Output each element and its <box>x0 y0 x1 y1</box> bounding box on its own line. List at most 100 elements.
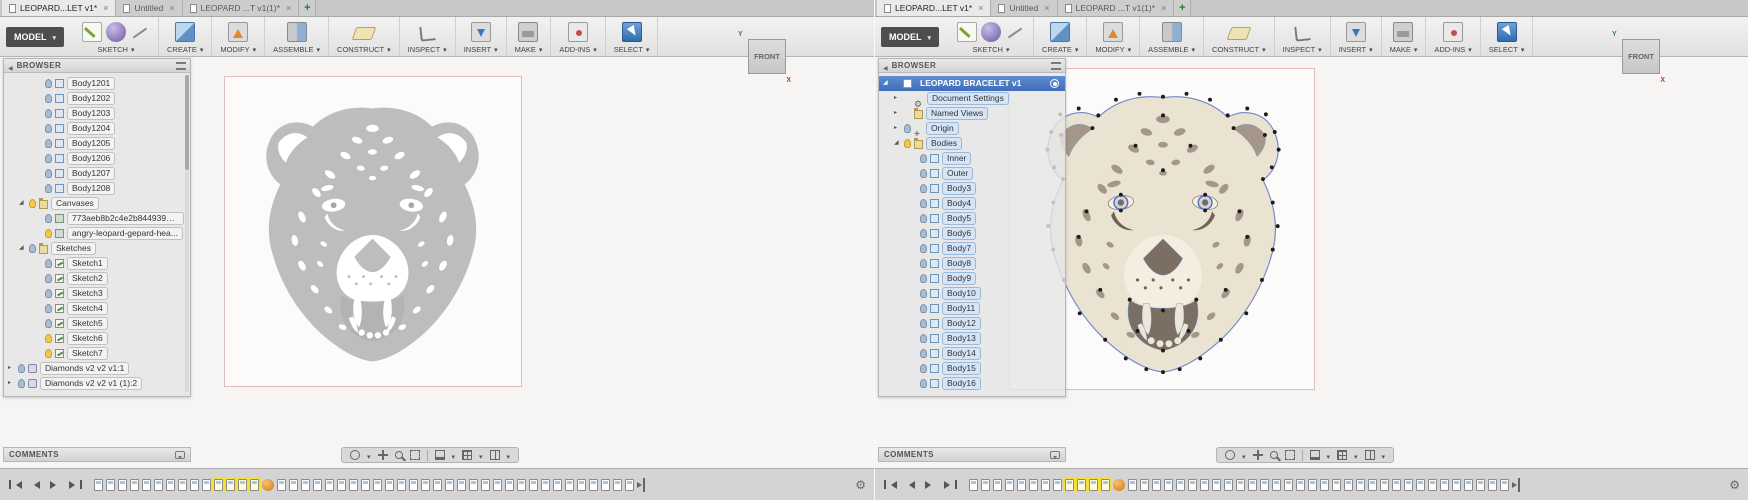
node-label[interactable]: Body1207 <box>67 167 116 180</box>
timeline-feature-icon[interactable] <box>1260 478 1269 491</box>
document-tab[interactable]: LEOPARD...LET v1* × <box>2 0 117 16</box>
viewports-icon[interactable] <box>489 450 500 460</box>
node-label[interactable]: Body14 <box>942 347 981 360</box>
grid-settings-icon[interactable] <box>462 450 473 460</box>
leopard-head-model[interactable] <box>237 80 508 381</box>
node-label[interactable]: Bodies <box>926 137 962 150</box>
view-cube-face-label[interactable]: FRONT <box>754 52 780 61</box>
timeline-feature-icon[interactable] <box>1075 477 1088 492</box>
visibility-bulb-icon[interactable] <box>920 364 927 373</box>
browser-tree-row[interactable]: Sketch1 <box>4 256 190 271</box>
expand-arrow-icon[interactable] <box>894 140 901 147</box>
browser-tree-row[interactable]: 773aeb8b2c4e2b84493984... <box>4 211 190 226</box>
timeline-feature-icon[interactable] <box>613 478 622 491</box>
browser-tree-row[interactable]: angry-leopard-gepard-hea... <box>4 226 190 241</box>
node-label[interactable]: angry-leopard-gepard-hea... <box>67 227 183 240</box>
assemble-menu[interactable]: ASSEMBLE <box>1148 45 1195 54</box>
visibility-bulb-icon[interactable] <box>920 214 927 223</box>
visibility-bulb-icon[interactable] <box>920 289 927 298</box>
browser-tree-row[interactable]: Body10 <box>879 286 1065 301</box>
timeline-feature-icon[interactable] <box>433 478 442 491</box>
timeline-feature-icon[interactable] <box>289 478 298 491</box>
timeline-feature-icon[interactable] <box>1440 478 1449 491</box>
browser-scrollbar[interactable] <box>185 75 189 392</box>
timeline-feature-icon[interactable] <box>236 477 249 492</box>
timeline-feature-icon[interactable] <box>993 478 1002 491</box>
visibility-bulb-icon[interactable] <box>45 229 52 238</box>
timeline-feature-icon[interactable] <box>1476 478 1485 491</box>
visibility-bulb-icon[interactable] <box>45 124 52 133</box>
insert-icon[interactable] <box>1345 21 1366 42</box>
browser-tree-row[interactable]: Body6 <box>879 226 1065 241</box>
timeline-feature-icon[interactable] <box>445 478 454 491</box>
timeline-feature-icon[interactable] <box>1063 477 1076 492</box>
timeline-feature-icon[interactable] <box>421 478 430 491</box>
node-label[interactable]: Body1202 <box>67 92 116 105</box>
timeline-feature-icon[interactable] <box>469 478 478 491</box>
timeline-feature-icon[interactable] <box>118 478 127 491</box>
timeline-feature-icon[interactable] <box>1344 478 1353 491</box>
node-label[interactable]: Canvases <box>51 197 99 210</box>
timeline-feature-icon[interactable] <box>1428 478 1437 491</box>
timeline-feature-icon[interactable] <box>94 478 103 491</box>
new-tab-button[interactable]: + <box>299 0 317 16</box>
create-form-icon[interactable] <box>981 21 1002 42</box>
timeline-feature-icon[interactable] <box>202 478 211 491</box>
timeline-feature-icon[interactable] <box>190 478 199 491</box>
node-label[interactable]: Body12 <box>942 317 981 330</box>
make-menu[interactable]: MAKE <box>1390 45 1418 54</box>
create-sketch-icon[interactable] <box>82 21 103 42</box>
visibility-bulb-icon[interactable] <box>29 244 36 253</box>
timeline-feature-icon[interactable] <box>385 478 394 491</box>
chevron-down-icon[interactable] <box>1354 446 1358 464</box>
timeline-feature-icon[interactable] <box>601 478 610 491</box>
timeline-feature-icon[interactable] <box>1164 478 1173 491</box>
timeline-feature-icon[interactable] <box>301 478 310 491</box>
timeline-feature-icon[interactable] <box>1087 477 1100 492</box>
spline-icon[interactable] <box>130 22 150 42</box>
chevron-down-icon[interactable] <box>1382 446 1386 464</box>
timeline-feature-icon[interactable] <box>1308 478 1317 491</box>
timeline-feature-icon[interactable] <box>1176 478 1185 491</box>
chevron-down-icon[interactable] <box>479 446 483 464</box>
node-label[interactable]: Body16 <box>942 377 981 390</box>
skip-to-end-button[interactable] <box>68 478 82 492</box>
timeline-feature-icon[interactable] <box>565 478 574 491</box>
comments-bar[interactable]: COMMENTS <box>878 447 1066 462</box>
browser-tree-row[interactable]: Named Views <box>879 106 1065 121</box>
chevron-down-icon[interactable] <box>1242 446 1246 464</box>
insert-menu[interactable]: INSERT <box>464 45 498 54</box>
browser-tree-row[interactable]: Sketch2 <box>4 271 190 286</box>
visibility-bulb-icon[interactable] <box>45 259 52 268</box>
timeline-feature-icon[interactable] <box>1452 478 1461 491</box>
timeline-feature-icon[interactable] <box>1188 478 1197 491</box>
node-label[interactable]: Body1205 <box>67 137 116 150</box>
node-label[interactable]: Body7 <box>942 242 977 255</box>
orbit-icon[interactable] <box>1225 450 1235 460</box>
visibility-bulb-icon[interactable] <box>920 169 927 178</box>
visibility-bulb-icon[interactable] <box>45 214 52 223</box>
browser-tree-row[interactable]: LEOPARD BRACELET v1 <box>879 76 1065 91</box>
node-label[interactable]: Body1201 <box>67 77 116 90</box>
select-cursor-icon[interactable] <box>1496 21 1517 42</box>
pan-icon[interactable] <box>377 450 388 460</box>
insert-icon[interactable] <box>470 21 491 42</box>
visibility-bulb-icon[interactable] <box>45 94 52 103</box>
timeline-feature-icon[interactable] <box>361 478 370 491</box>
node-label[interactable]: Body6 <box>942 227 977 240</box>
timeline-feature-icon[interactable] <box>166 478 175 491</box>
timeline-feature-icon[interactable] <box>553 478 562 491</box>
visibility-bulb-icon[interactable] <box>45 319 52 328</box>
browser-tree-row[interactable]: Sketch5 <box>4 316 190 331</box>
timeline-feature-icon[interactable] <box>248 477 261 492</box>
skip-to-start-button[interactable] <box>883 478 897 492</box>
browser-tree-row[interactable]: Diamonds v2 v2 v1:1 <box>4 361 190 376</box>
close-tab-icon[interactable]: × <box>1161 3 1166 13</box>
browser-tree-row[interactable]: Body1202 <box>4 91 190 106</box>
timeline-feature-icon[interactable] <box>1248 478 1257 491</box>
browser-tree-row[interactable]: Sketch6 <box>4 331 190 346</box>
sketch-menu[interactable]: SKETCH <box>98 45 135 54</box>
timeline-feature-icon[interactable] <box>1041 478 1050 491</box>
timeline-feature-icon[interactable] <box>577 478 586 491</box>
browser-tree-row[interactable]: Body14 <box>879 346 1065 361</box>
